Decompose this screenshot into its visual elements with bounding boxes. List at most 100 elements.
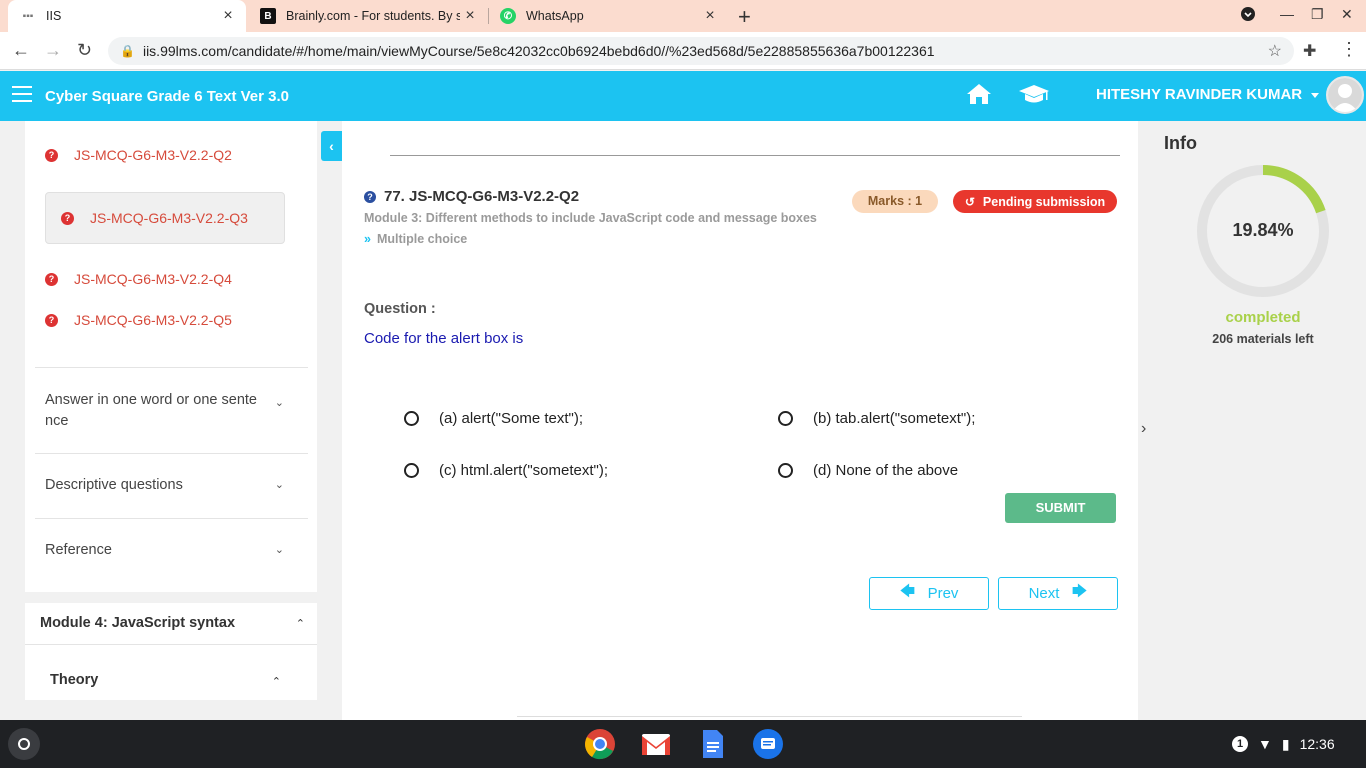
user-dropdown-caret-icon[interactable] bbox=[1311, 93, 1319, 98]
launcher-icon[interactable] bbox=[8, 728, 40, 760]
sidebar-question-item[interactable]: ? JS-MCQ-G6-M3-V2.2-Q2 bbox=[45, 147, 232, 163]
question-panel: ? 77. JS-MCQ-G6-M3-V2.2-Q2 Module 3: Dif… bbox=[342, 121, 1138, 720]
url-bar[interactable]: 🔒 iis.99lms.com/candidate/#/home/main/vi… bbox=[108, 37, 1294, 65]
bookmark-star-icon[interactable]: ☆ bbox=[1268, 41, 1282, 61]
forward-icon[interactable]: → bbox=[44, 40, 62, 61]
restore-icon[interactable]: ❐ bbox=[1311, 6, 1324, 23]
chevron-right-icon[interactable]: › bbox=[1141, 420, 1146, 438]
option-d[interactable]: (d) None of the above bbox=[778, 462, 958, 479]
tab-brainly[interactable]: B Brainly.com - For students. By st × bbox=[248, 0, 488, 32]
status-badge: ↺ Pending submission bbox=[953, 190, 1117, 213]
question-status-icon: ? bbox=[45, 272, 58, 286]
option-text: (a) alert("Some text"); bbox=[439, 410, 584, 427]
section-label: Answer in one word or one sente nce bbox=[45, 392, 257, 429]
system-tray[interactable]: 1 ▼ ▮ 12:36 bbox=[1232, 730, 1335, 758]
arrow-right-icon: 🡆 bbox=[1071, 583, 1088, 600]
chevron-down-icon: ⌄ bbox=[274, 397, 284, 409]
radio-button[interactable] bbox=[778, 463, 793, 478]
option-c[interactable]: (c) html.alert("sometext"); bbox=[404, 462, 608, 479]
question-module: Module 3: Different methods to include J… bbox=[364, 211, 817, 225]
chevron-down-icon: ⌄ bbox=[274, 544, 284, 556]
sidebar-question-item[interactable]: ? JS-MCQ-G6-M3-V2.2-Q4 bbox=[45, 271, 232, 287]
battery-icon: ▮ bbox=[1281, 735, 1290, 752]
tab-whatsapp[interactable]: ✆ WhatsApp × bbox=[488, 0, 728, 32]
gmail-icon[interactable] bbox=[640, 728, 672, 760]
theory-header[interactable]: Theory ⌃ bbox=[25, 645, 317, 700]
new-tab-icon[interactable]: + bbox=[738, 4, 751, 30]
url-text: iis.99lms.com/candidate/#/home/main/view… bbox=[142, 43, 935, 59]
whatsapp-favicon-icon: ✆ bbox=[500, 8, 516, 24]
prev-button[interactable]: 🡄 Prev bbox=[869, 577, 989, 610]
radio-button[interactable] bbox=[778, 411, 793, 426]
question-label: JS-MCQ-G6-M3-V2.2-Q4 bbox=[74, 271, 232, 287]
address-toolbar: ← → ↻ 🔒 iis.99lms.com/candidate/#/home/m… bbox=[0, 32, 1366, 70]
tab-title: Brainly.com - For students. By st bbox=[286, 9, 460, 23]
course-title: Cyber Square Grade 6 Text Ver 3.0 bbox=[45, 88, 290, 105]
close-tab-icon[interactable]: × bbox=[700, 7, 720, 25]
lock-icon[interactable]: 🔒 bbox=[120, 44, 135, 58]
close-tab-icon[interactable]: × bbox=[460, 7, 480, 25]
notification-badge[interactable]: 1 bbox=[1232, 736, 1248, 752]
chevron-left-icon: ‹ bbox=[329, 138, 334, 154]
option-a[interactable]: (a) alert("Some text"); bbox=[404, 410, 583, 427]
question-type: » Multiple choice bbox=[364, 232, 467, 246]
iis-favicon-icon: ▪▪▪ bbox=[22, 10, 34, 22]
status-text: Pending submission bbox=[982, 194, 1106, 209]
chevron-down-icon: ⌄ bbox=[274, 479, 284, 491]
section-label: Descriptive questions bbox=[45, 477, 183, 493]
question-status-icon: ? bbox=[45, 148, 58, 162]
minimize-icon[interactable]: — bbox=[1280, 6, 1294, 22]
messages-icon[interactable] bbox=[752, 728, 784, 760]
module-title: Module 4: JavaScript syntax bbox=[40, 615, 236, 631]
chevron-up-icon: ⌃ bbox=[295, 618, 305, 630]
option-b[interactable]: (b) tab.alert("sometext"); bbox=[778, 410, 975, 427]
question-type-text: Multiple choice bbox=[376, 232, 468, 246]
back-icon[interactable]: ← bbox=[12, 40, 30, 61]
wifi-icon: ▼ bbox=[1258, 736, 1272, 752]
docs-icon[interactable] bbox=[696, 728, 728, 760]
app-header: Cyber Square Grade 6 Text Ver 3.0 HITESH… bbox=[0, 71, 1366, 121]
graduation-cap-icon[interactable] bbox=[1018, 83, 1050, 110]
materials-left: 206 materials left bbox=[1212, 332, 1314, 346]
user-name[interactable]: HITESHY RAVINDER KUMAR bbox=[1096, 86, 1302, 103]
close-window-icon[interactable]: ✕ bbox=[1341, 6, 1353, 23]
question-title-text: 77. JS-MCQ-G6-M3-V2.2-Q2 bbox=[384, 188, 580, 205]
divider bbox=[517, 716, 1022, 717]
chrome-icon[interactable] bbox=[584, 728, 616, 760]
module-4-header[interactable]: Module 4: JavaScript syntax ⌃ bbox=[25, 603, 317, 645]
question-text: Code for the alert box is bbox=[364, 330, 524, 347]
tab-search-icon[interactable] bbox=[1240, 6, 1256, 25]
tab-iis[interactable]: ▪▪▪ IIS × bbox=[8, 0, 246, 32]
divider bbox=[390, 155, 1120, 156]
question-label: JS-MCQ-G6-M3-V2.2-Q2 bbox=[74, 147, 232, 163]
theory-title: Theory bbox=[50, 672, 99, 688]
hamburger-menu-icon[interactable] bbox=[12, 86, 32, 102]
more-menu-icon[interactable]: ⋮ bbox=[1340, 39, 1358, 60]
reload-icon[interactable]: ↻ bbox=[77, 40, 92, 61]
radio-button[interactable] bbox=[404, 411, 419, 426]
collapse-sidebar-button[interactable]: ‹ bbox=[321, 131, 342, 161]
sidebar-question-item[interactable]: ? JS-MCQ-G6-M3-V2.2-Q5 bbox=[45, 312, 232, 328]
progress-status: completed bbox=[1225, 309, 1301, 326]
submit-button[interactable]: SUBMIT bbox=[1005, 493, 1116, 523]
close-tab-icon[interactable]: × bbox=[218, 7, 238, 25]
brainly-favicon-icon: B bbox=[260, 8, 276, 24]
question-icon: ? bbox=[364, 190, 376, 203]
question-label: JS-MCQ-G6-M3-V2.2-Q5 bbox=[74, 312, 232, 328]
chevron-up-icon: ⌃ bbox=[271, 676, 281, 688]
history-icon: ↺ bbox=[964, 194, 975, 209]
extensions-icon[interactable]: ✚ bbox=[1303, 41, 1316, 61]
section-answer-one-word[interactable]: Answer in one word or one sente nce ⌄ bbox=[35, 367, 308, 453]
sidebar: ? JS-MCQ-G6-M3-V2.2-Q2 ? JS-MCQ-G6-M3-V2… bbox=[25, 121, 317, 592]
radio-button[interactable] bbox=[404, 463, 419, 478]
question-label: Question : bbox=[364, 301, 436, 317]
section-descriptive-questions[interactable]: Descriptive questions ⌄ bbox=[35, 453, 308, 518]
next-button[interactable]: Next 🡆 bbox=[998, 577, 1118, 610]
progress-percent: 19.84% bbox=[1232, 220, 1294, 240]
avatar[interactable] bbox=[1326, 76, 1364, 114]
marks-badge: Marks : 1 bbox=[852, 190, 938, 213]
home-icon[interactable] bbox=[966, 83, 992, 110]
prev-label: Prev bbox=[927, 585, 959, 602]
sidebar-question-item-active[interactable]: ? JS-MCQ-G6-M3-V2.2-Q3 bbox=[45, 192, 285, 244]
section-reference[interactable]: Reference ⌄ bbox=[35, 518, 308, 583]
